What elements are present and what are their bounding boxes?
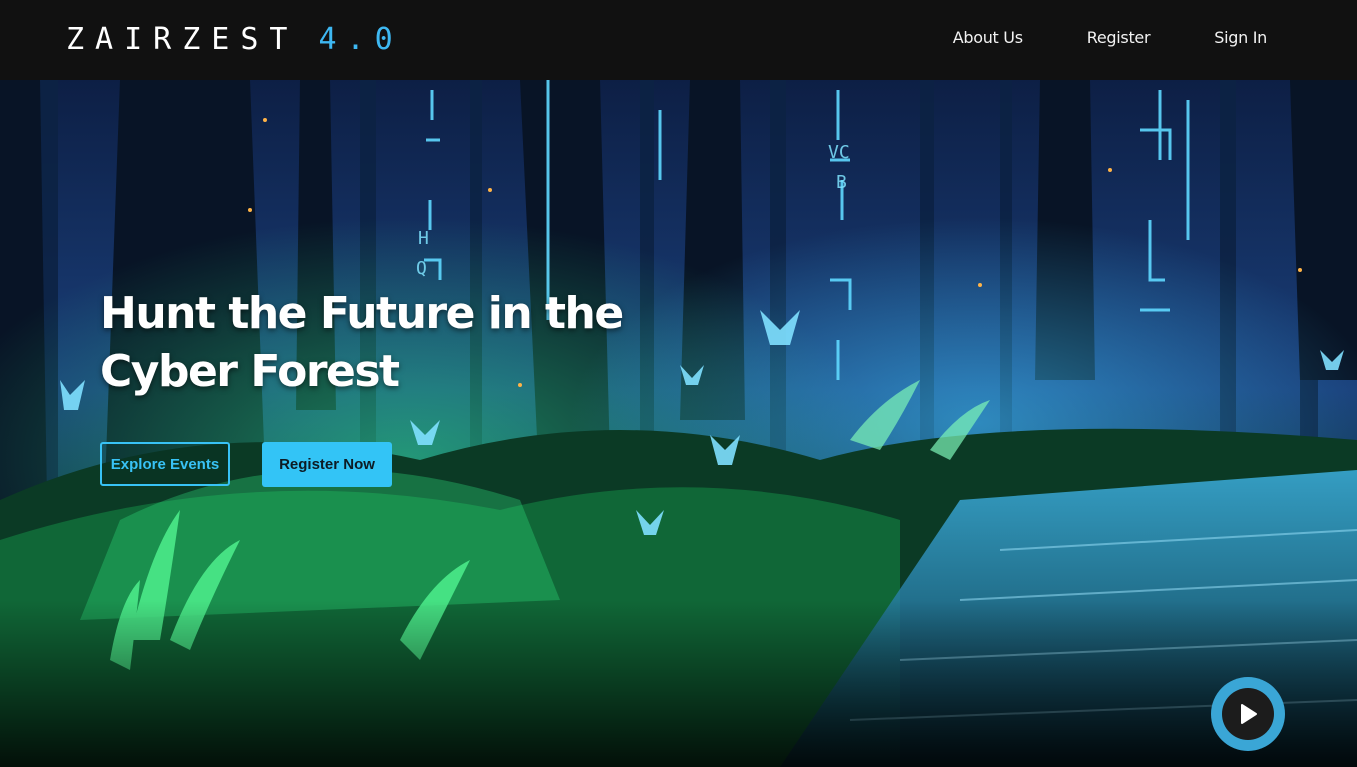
play-button-inner: [1222, 688, 1274, 740]
svg-text:B: B: [836, 172, 847, 193]
hero-title: Hunt the Future in the Cyber Forest: [100, 288, 624, 397]
play-video-button[interactable]: [1211, 677, 1285, 751]
top-navbar: ZAIRZEST 4.0 About Us Register Sign In: [0, 0, 1357, 80]
nav-about-us-link[interactable]: About Us: [953, 28, 1023, 47]
hero-section: VC B H Q Hunt the Future in the Cyber Fo…: [0, 80, 1357, 767]
brand-logo[interactable]: ZAIRZEST 4.0: [66, 21, 403, 57]
register-now-button[interactable]: Register Now: [262, 442, 392, 487]
svg-text:H: H: [418, 228, 429, 249]
nav-sign-in-link[interactable]: Sign In: [1214, 28, 1267, 47]
cyber-forest-background-image: VC B H Q: [0, 80, 1357, 767]
brand-version: 4.0: [318, 21, 403, 57]
brand-name: ZAIRZEST: [66, 21, 299, 57]
nav-register-link[interactable]: Register: [1087, 28, 1151, 47]
nav-links: About Us Register Sign In: [889, 28, 1268, 47]
svg-text:Q: Q: [416, 258, 427, 279]
explore-events-button[interactable]: Explore Events: [100, 442, 230, 486]
svg-text:VC: VC: [828, 142, 850, 163]
play-icon: [1241, 704, 1257, 724]
